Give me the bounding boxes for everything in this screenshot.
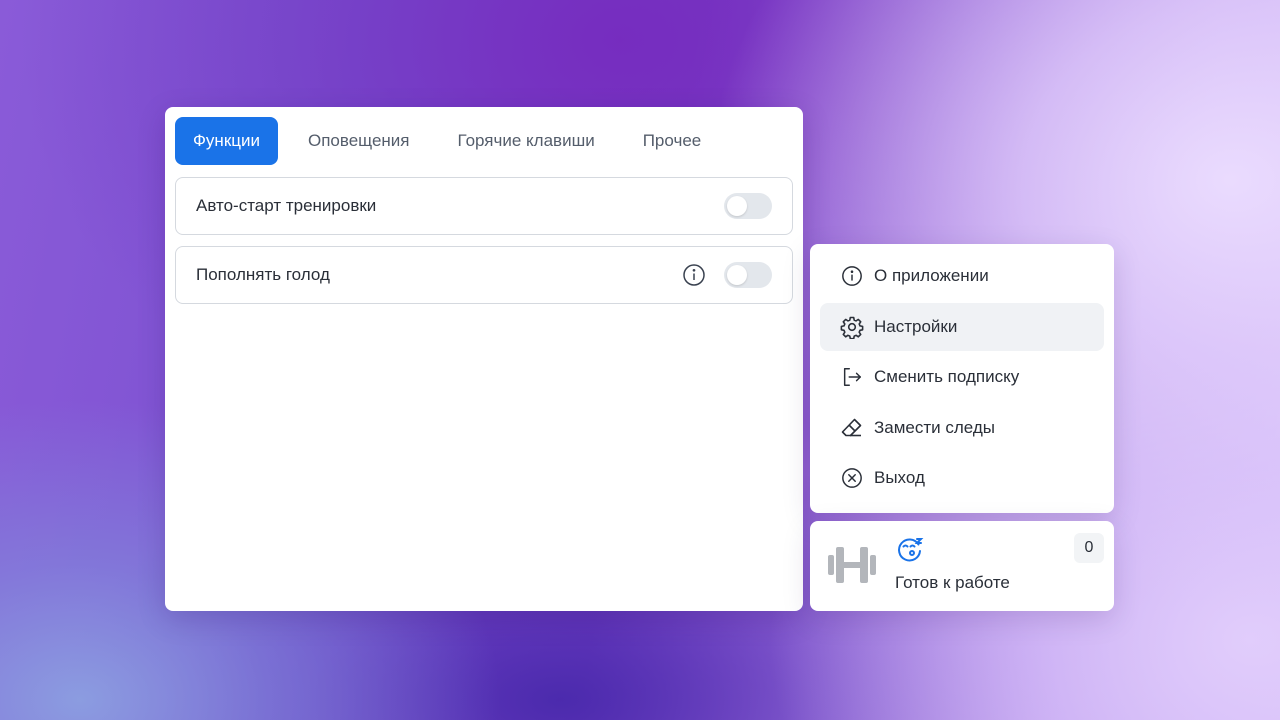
menu-item-label: Сменить подписку [874, 367, 1020, 386]
settings-panel: Функции Оповещения Горячие клавиши Проче… [165, 107, 803, 611]
status-panel: Готов к работе 0 [810, 521, 1114, 611]
status-text: Готов к работе [895, 573, 1010, 592]
menu-item-label: О приложении [874, 266, 989, 285]
tab-other[interactable]: Прочее [625, 117, 720, 165]
menu-item-clear-traces[interactable]: Замести следы [820, 404, 1104, 452]
setting-label: Авто-старт тренировки [196, 196, 377, 215]
tab-hotkeys[interactable]: Горячие клавиши [440, 117, 613, 165]
logout-icon [840, 365, 864, 389]
setting-row-hunger: Пополнять голод [175, 246, 793, 304]
eraser-icon [840, 416, 864, 440]
menu-item-settings[interactable]: Настройки [820, 302, 1104, 351]
tab-notifications[interactable]: Оповещения [290, 117, 428, 165]
setting-label: Пополнять голод [196, 265, 330, 284]
tab-functions[interactable]: Функции [175, 117, 278, 165]
info-icon[interactable] [682, 263, 706, 287]
setting-row-autostart: Авто-старт тренировки [175, 177, 793, 235]
sleepy-face-icon [896, 535, 924, 563]
gear-icon [840, 315, 864, 339]
info-icon [840, 264, 864, 288]
close-circle-icon [840, 466, 864, 490]
menu-item-change-subscription[interactable]: Сменить подписку [820, 353, 1104, 401]
settings-tabs: Функции Оповещения Горячие клавиши Проче… [175, 117, 731, 165]
dumbbell-icon [828, 545, 876, 585]
menu-item-about[interactable]: О приложении [820, 252, 1104, 300]
menu-item-label: Замести следы [874, 417, 996, 437]
menu-item-exit[interactable]: Выход [820, 454, 1104, 502]
count-badge: 0 [1074, 533, 1104, 563]
menu-item-label: Настройки [874, 316, 958, 336]
menu-item-label: Выход [874, 468, 925, 487]
autostart-toggle[interactable] [724, 193, 772, 219]
hunger-toggle[interactable] [724, 262, 772, 288]
app-menu: О приложении Настройки Сменить подписку [810, 244, 1114, 513]
